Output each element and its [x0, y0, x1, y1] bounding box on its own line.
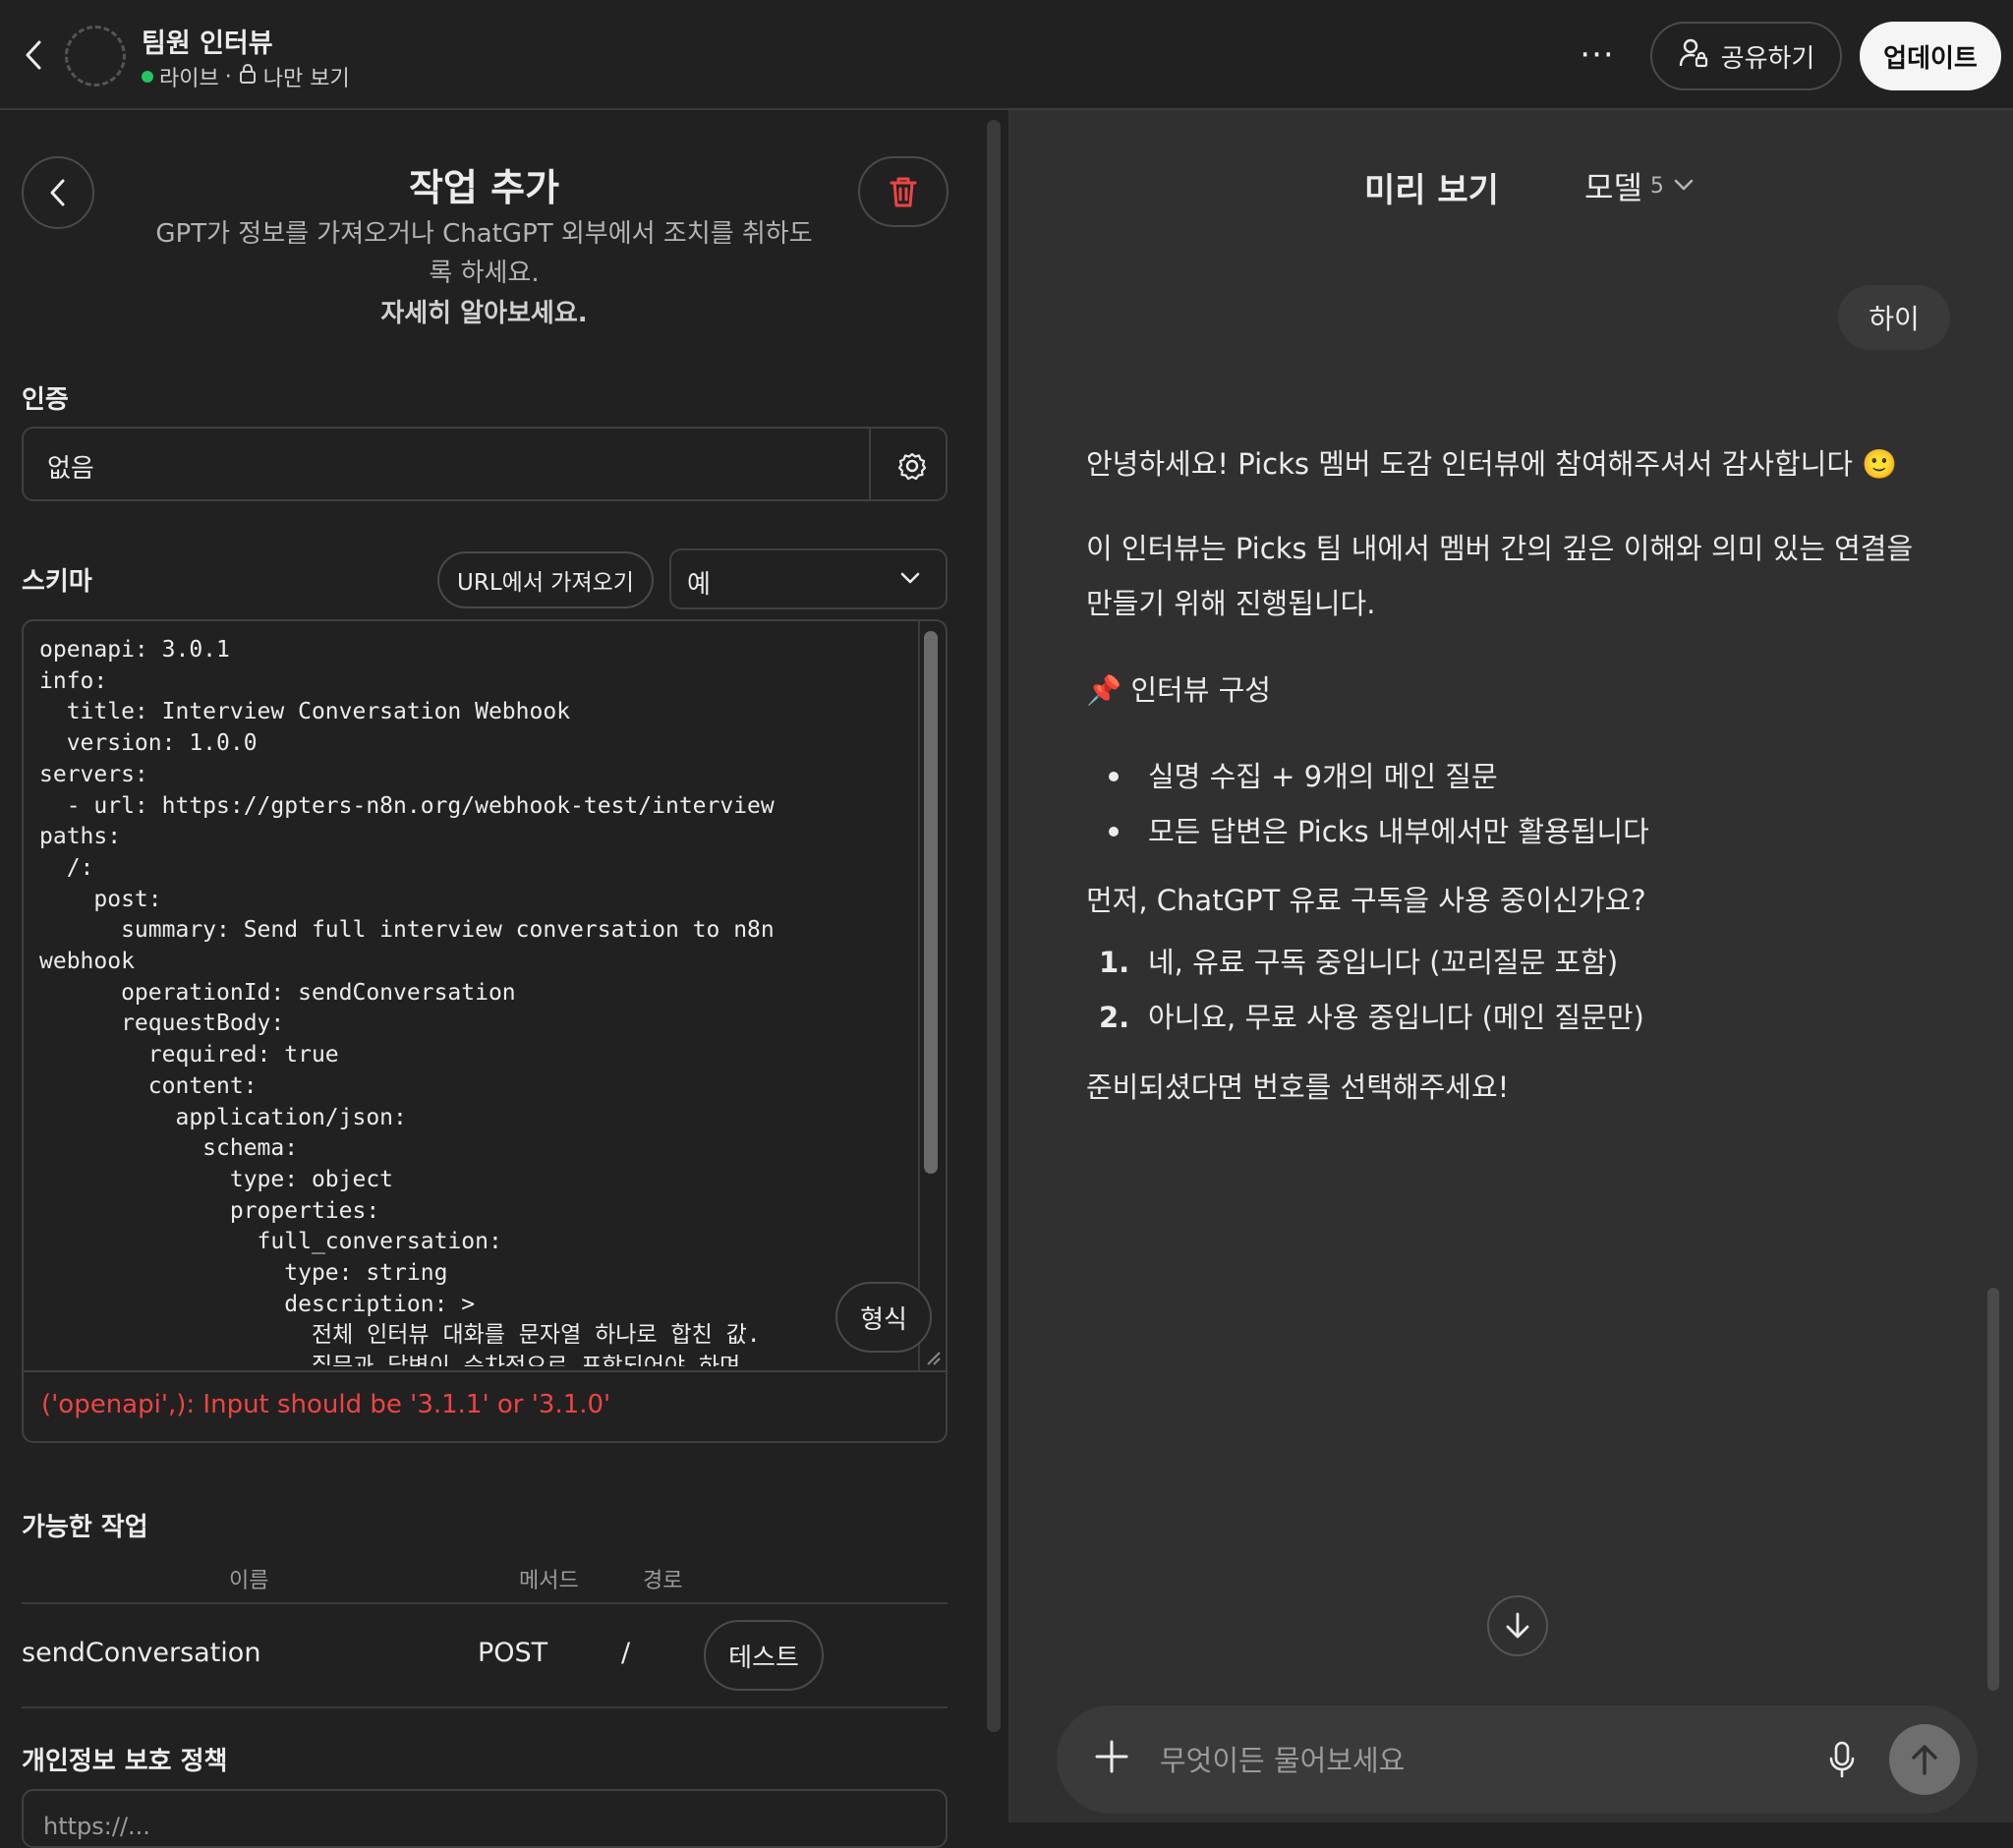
gear-icon[interactable]: [892, 446, 932, 486]
auth-field[interactable]: 없음: [22, 427, 948, 501]
action-name: sendConversation: [22, 1638, 261, 1668]
assistant-intro-line2: 만들기 위해 진행됩니다.: [1086, 587, 1376, 620]
assistant-section-heading: 📌 인터뷰 구성: [1086, 663, 1271, 718]
lock-icon: [238, 63, 258, 90]
schema-code-input[interactable]: openapi: 3.0.1 info: title: Interview Co…: [39, 635, 924, 1366]
trash-icon: [890, 177, 917, 207]
schema-label: 스키마: [22, 567, 92, 597]
action-method: POST: [478, 1638, 548, 1668]
auth-value: 없음: [47, 454, 94, 484]
assistant-question: 먼저, ChatGPT 유료 구독을 사용 중이신가요?: [1086, 884, 1646, 917]
option-text: 아니요, 무료 사용 중입니다 (메인 질문만): [1148, 1001, 1644, 1034]
auth-label: 인증: [22, 385, 69, 415]
option-text: 네, 유료 구독 중입니다 (꼬리질문 포함): [1148, 946, 1619, 979]
delete-button[interactable]: [858, 156, 949, 227]
plus-icon[interactable]: [1091, 1736, 1132, 1781]
examples-select-value: 예: [687, 570, 711, 600]
pushpin-icon: 📌: [1086, 673, 1122, 707]
top-bar: 팀원 인터뷰 라이브 · 나만 보기 ··· 공유하기 업데이트: [0, 0, 2013, 110]
schema-editor: openapi: 3.0.1 info: title: Interview Co…: [22, 619, 948, 1443]
scroll-down-button[interactable]: [1487, 1595, 1548, 1656]
format-button[interactable]: 형식: [835, 1282, 932, 1353]
preview-scrollbar[interactable]: [1987, 1288, 1999, 1691]
assistant-greeting: 안녕하세요! Picks 멤버 도감 인터뷰에 참여해주셔서 감사합니다 🙂: [1086, 447, 1898, 481]
arrow-down-icon: [1506, 1612, 1529, 1639]
share-label: 공유하기: [1720, 43, 1815, 74]
assistant-intro-line1: 이 인터뷰는 Picks 팀 내에서 멤버 간의 깊은 이해와 의미 있는 연결…: [1086, 532, 1914, 565]
column-header-name: 이름: [229, 1569, 269, 1593]
left-scrollbar[interactable]: [987, 120, 1001, 1732]
chevron-left-icon: [50, 179, 65, 206]
list-item: 모든 답변은 Picks 내부에서만 활용됩니다: [1148, 815, 1649, 848]
more-options-button[interactable]: ···: [1573, 35, 1622, 75]
resize-handle-icon[interactable]: [924, 1349, 942, 1366]
update-button[interactable]: 업데이트: [1860, 22, 2001, 90]
model-label: 모델: [1584, 169, 1642, 206]
auth-divider: [869, 429, 871, 499]
person-lock-icon: [1678, 37, 1709, 76]
section-title: 인터뷰 구성: [1130, 673, 1271, 707]
column-header-method: 메서드: [519, 1569, 579, 1593]
test-button[interactable]: 테스트: [704, 1620, 824, 1691]
privacy-policy-value: https://...: [43, 1813, 150, 1840]
composer-input[interactable]: 무엇이든 물어보세요: [1160, 1738, 1405, 1779]
gpt-status: 라이브 · 나만 보기: [142, 61, 350, 92]
visibility-label: 나만 보기: [262, 67, 350, 91]
import-from-url-button[interactable]: URL에서 가져오기: [437, 551, 654, 608]
option-number: 2.: [1099, 1001, 1130, 1034]
microphone-icon[interactable]: [1826, 1740, 1858, 1783]
preview-title: 미리 보기: [1364, 171, 1499, 210]
send-button[interactable]: [1889, 1724, 1960, 1795]
page-description: GPT가 정보를 가져오거나 ChatGPT 외부에서 조치를 취하도록 하세요…: [155, 219, 813, 288]
table-divider: [22, 1602, 948, 1604]
option-number: 1.: [1099, 946, 1130, 979]
table-divider: [22, 1706, 948, 1708]
back-button[interactable]: [22, 156, 94, 229]
chevron-down-icon: [898, 566, 922, 594]
available-actions-label: 가능한 작업: [22, 1513, 148, 1542]
column-header-path: 경로: [643, 1569, 683, 1593]
assistant-closing: 준비되셨다면 번호를 선택해주세요!: [1086, 1070, 1510, 1104]
status-separator: ·: [224, 64, 232, 89]
privacy-policy-input[interactable]: https://...: [22, 1789, 948, 1848]
schema-error-message: ('openapi',): Input should be '3.1.1' or…: [41, 1390, 611, 1419]
schema-error-divider: [24, 1370, 946, 1372]
gpt-name: 팀원 인터뷰: [142, 29, 273, 59]
live-dot-icon: [142, 71, 153, 83]
page-title: 작업 추가: [408, 166, 560, 209]
back-icon[interactable]: [18, 37, 49, 73]
chevron-down-icon: [1672, 167, 1696, 204]
list-item: 실명 수집 + 9개의 메인 질문: [1148, 760, 1498, 793]
privacy-label: 개인정보 보호 정책: [22, 1747, 228, 1776]
learn-more-link[interactable]: 자세히 알아보세요.: [147, 293, 821, 329]
arrow-up-icon: [1912, 1745, 1937, 1775]
bullet-icon: [1109, 772, 1119, 781]
status-live: 라이브: [159, 67, 219, 91]
action-path: /: [621, 1638, 631, 1668]
bullet-icon: [1109, 827, 1119, 837]
gpt-avatar[interactable]: [65, 26, 126, 87]
share-button[interactable]: 공유하기: [1650, 22, 1842, 90]
model-version: 5: [1649, 173, 1664, 199]
schema-scrollbar[interactable]: [924, 631, 938, 1174]
model-selector[interactable]: 모델 5: [1584, 163, 1696, 208]
examples-select[interactable]: 예: [669, 549, 948, 609]
user-message: 하이: [1838, 285, 1950, 350]
